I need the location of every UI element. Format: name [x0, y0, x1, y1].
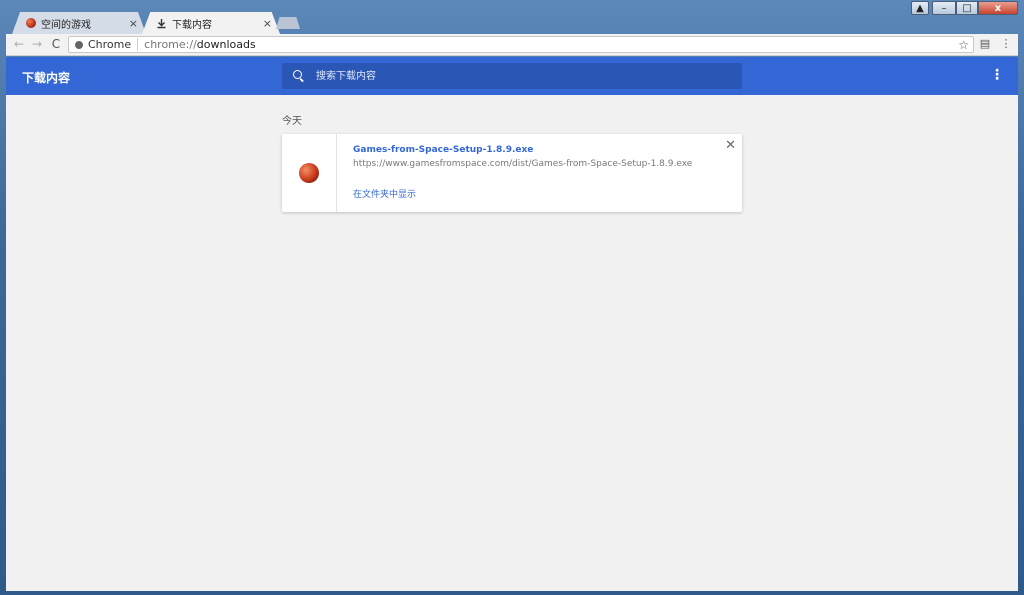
address-bar[interactable]: Chrome chrome://downloads ☆	[68, 36, 974, 53]
file-icon-column	[282, 134, 337, 212]
show-in-folder-link[interactable]: 在文件夹中显示	[353, 187, 416, 200]
url-scheme: chrome://	[144, 38, 197, 51]
tab-label: 下载内容	[172, 19, 212, 31]
search-box[interactable]	[282, 63, 742, 89]
reload-button[interactable]: C	[49, 37, 63, 51]
file-name-link[interactable]: Games-from-Space-Setup-1.8.9.exe	[353, 145, 533, 155]
cast-icon[interactable]: ▤	[978, 37, 992, 51]
download-icon	[156, 18, 167, 29]
search-input[interactable]	[314, 69, 718, 83]
new-tab-button[interactable]	[276, 17, 300, 29]
more-actions-icon[interactable]: ⋮	[990, 68, 1004, 82]
browser-window: ▲ – □ x 空间的游戏 × 下载内容 × ← → C Chrome chro…	[0, 0, 1024, 595]
downloads-list: 今天 Games-from-Space-Setup-1.8.9.exe http…	[6, 95, 1018, 591]
chrome-page-icon	[75, 40, 83, 49]
search-icon	[292, 69, 306, 83]
back-button[interactable]: ←	[12, 37, 26, 51]
tab-label: 空间的游戏	[41, 19, 91, 31]
close-tab-icon[interactable]: ×	[129, 17, 138, 30]
tab-downloads[interactable]: 下载内容 ×	[142, 12, 280, 34]
origin-chip: Chrome	[88, 38, 139, 51]
bookmark-star-icon[interactable]: ☆	[958, 38, 969, 52]
download-item: Games-from-Space-Setup-1.8.9.exe https:/…	[282, 134, 742, 212]
chrome-menu-icon[interactable]: ⋮	[999, 37, 1013, 51]
date-heading: 今天	[282, 116, 302, 127]
url-path: downloads	[196, 38, 256, 51]
game-ball-icon	[26, 18, 36, 28]
file-type-icon	[299, 163, 319, 183]
tab-strip: 空间的游戏 × 下载内容 ×	[6, 12, 1018, 34]
remove-item-icon[interactable]: ✕	[725, 139, 736, 152]
forward-button[interactable]: →	[30, 37, 44, 51]
source-url-link[interactable]: https://www.gamesfromspace.com/dist/Game…	[353, 159, 692, 169]
page-title: 下载内容	[22, 71, 71, 85]
tab-games[interactable]: 空间的游戏 ×	[12, 12, 146, 34]
browser-toolbar: ← → C Chrome chrome://downloads ☆ ▤ ⋮	[6, 34, 1018, 56]
url-text[interactable]: chrome://downloads	[138, 38, 256, 51]
downloads-header: 下载内容 ⋮	[6, 57, 1018, 95]
close-tab-icon[interactable]: ×	[263, 17, 272, 30]
